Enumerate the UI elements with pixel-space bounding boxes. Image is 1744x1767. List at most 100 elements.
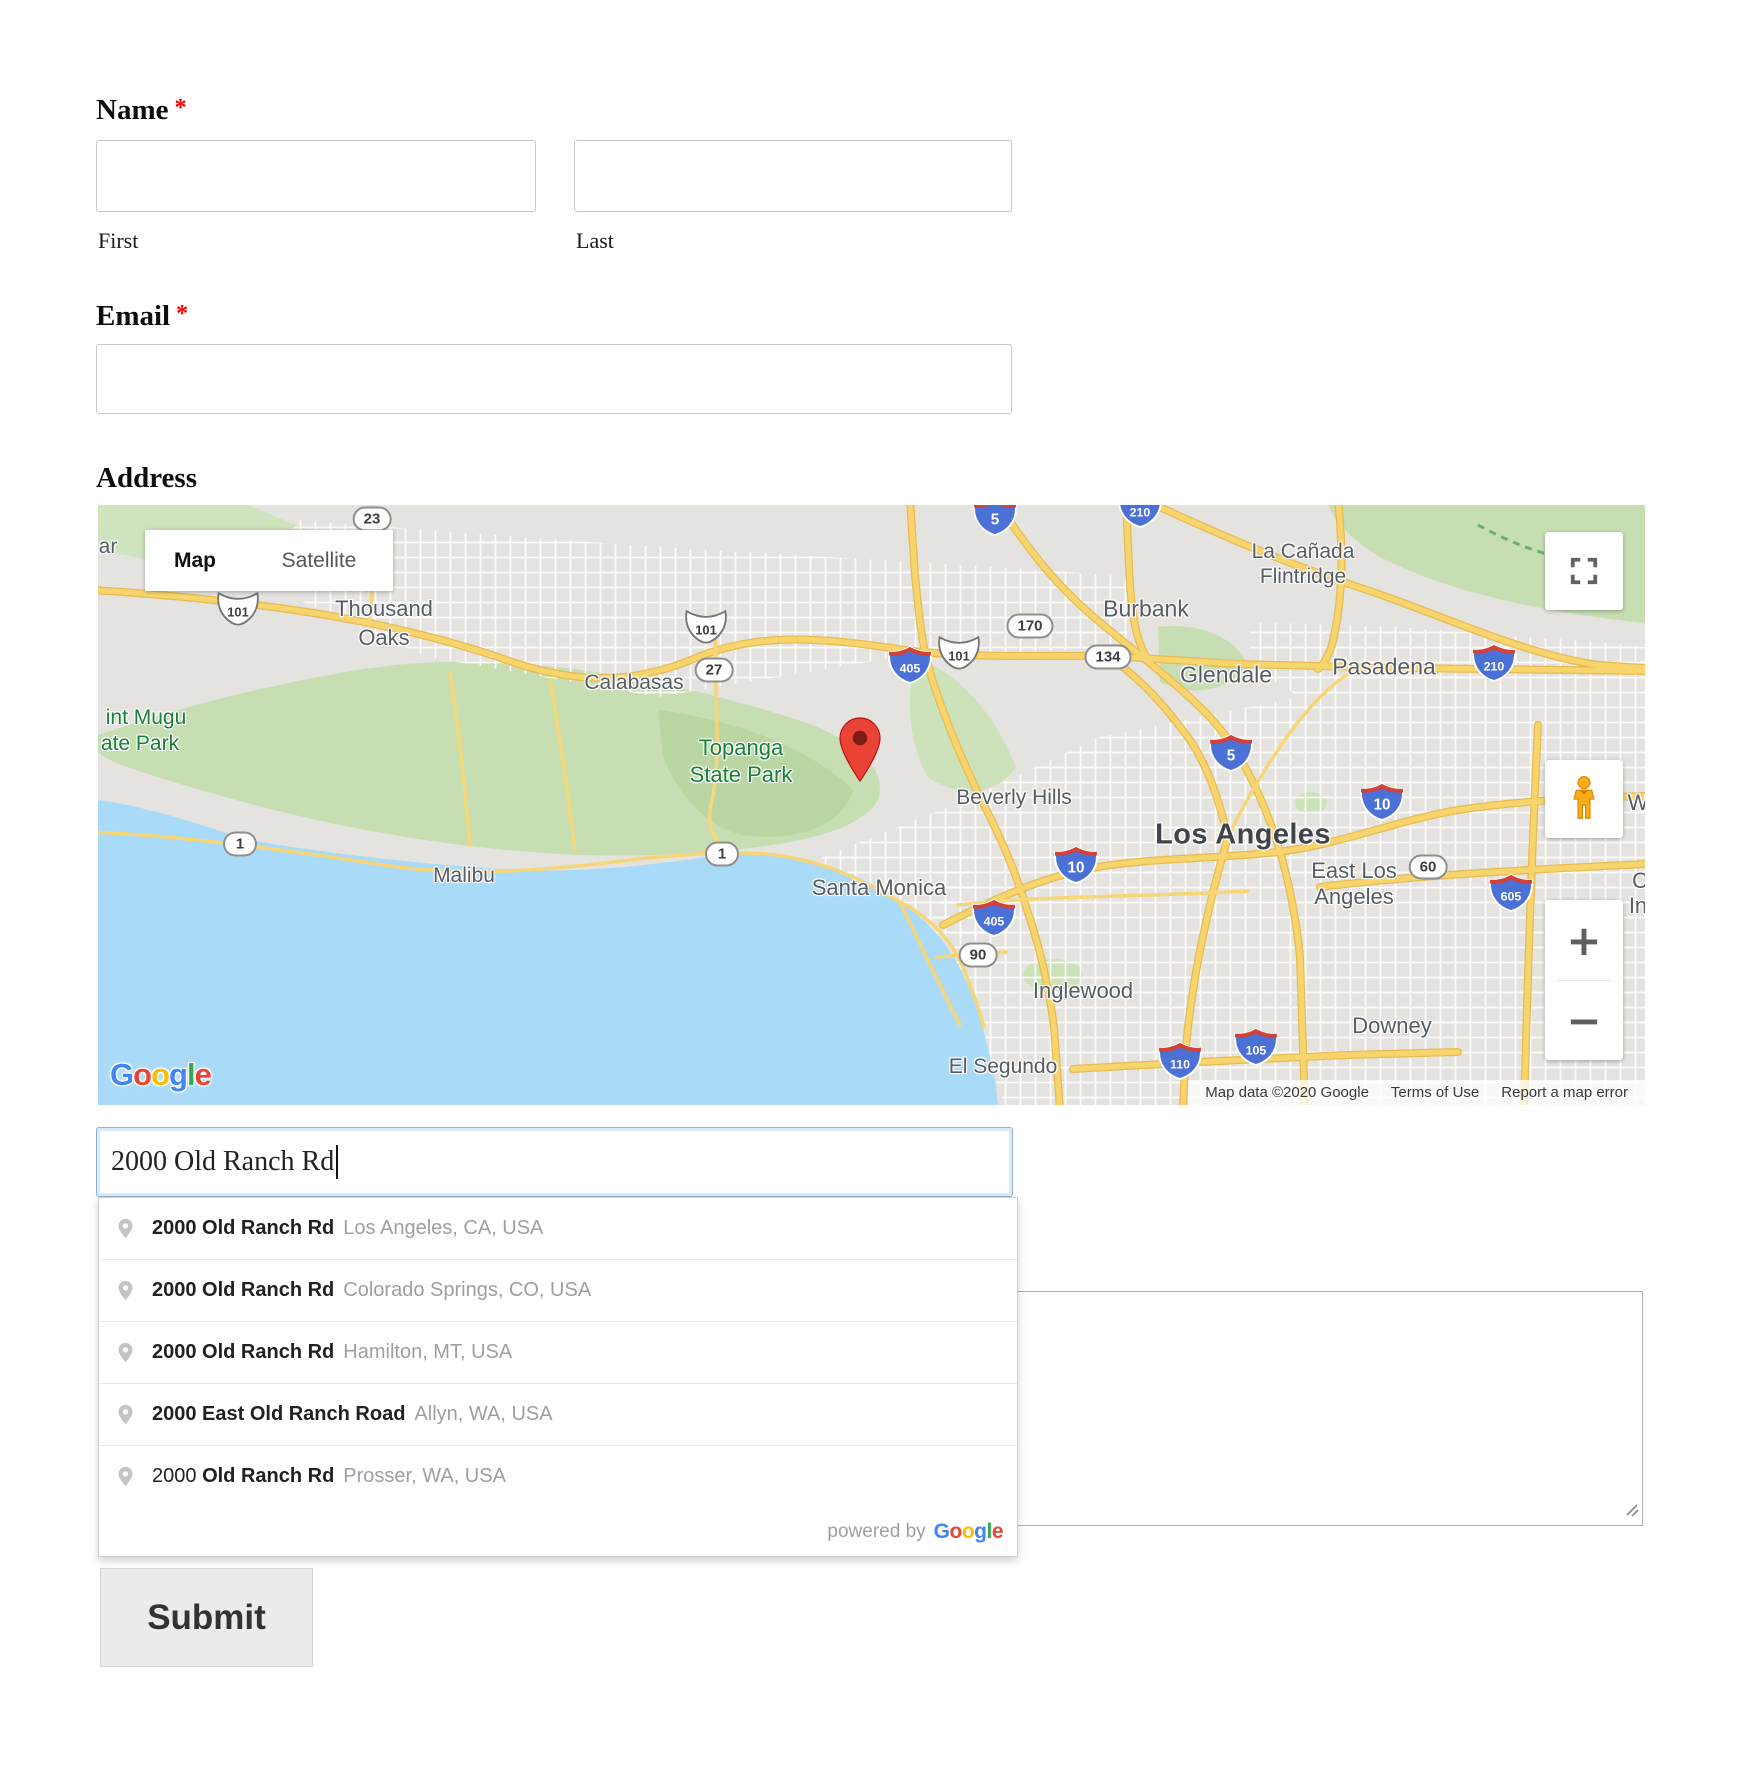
us-shield-101: 101 xyxy=(215,590,261,628)
svg-text:405: 405 xyxy=(900,662,921,676)
pill-shield-134: 134 xyxy=(1084,645,1131,670)
map-data-text: Map data ©2020 Google xyxy=(1194,1084,1380,1101)
svg-text:210: 210 xyxy=(1130,506,1151,520)
us-shield-101: 101 xyxy=(683,608,729,646)
pegman-button[interactable] xyxy=(1545,760,1623,838)
map-label: int Mugu xyxy=(106,706,187,730)
svg-text:5: 5 xyxy=(1227,748,1236,765)
map-label: Thousand xyxy=(335,596,433,622)
interstate-shield-405: 405 xyxy=(887,645,933,685)
google-wordmark: Google xyxy=(934,1520,1003,1544)
first-sublabel: First xyxy=(98,228,138,254)
autocomplete-list: 2000 Old Ranch RdLos Angeles, CA, USA200… xyxy=(99,1198,1017,1507)
map-label: Flintridge xyxy=(1260,565,1346,589)
last-name-input[interactable] xyxy=(574,140,1012,212)
map-label: Malibu xyxy=(433,864,495,888)
zoom-out-button[interactable]: − xyxy=(1545,981,1623,1060)
last-sublabel: Last xyxy=(576,228,614,254)
first-name-input[interactable] xyxy=(96,140,536,212)
autocomplete-item[interactable]: 2000 Old Ranch RdProsser, WA, USA xyxy=(99,1445,1017,1507)
pill-shield-1: 1 xyxy=(705,842,739,867)
svg-text:101: 101 xyxy=(227,604,248,619)
interstate-shield-605: 605 xyxy=(1488,873,1534,913)
map-label: Inglewood xyxy=(1033,978,1133,1004)
pill-shield-90: 90 xyxy=(959,943,998,968)
resize-handle-icon[interactable] xyxy=(1624,1502,1640,1523)
interstate-shield-10: 10 xyxy=(1359,782,1405,822)
zoom-control: + − xyxy=(1545,900,1623,1060)
svg-text:5: 5 xyxy=(991,512,1000,529)
svg-text:10: 10 xyxy=(1068,860,1085,877)
email-input[interactable] xyxy=(96,344,1012,414)
map-label: Calabasas xyxy=(584,671,683,695)
map-label: Los Angeles xyxy=(1155,819,1331,852)
interstate-shield-10: 10 xyxy=(1053,845,1099,885)
map-view-button[interactable]: Map xyxy=(145,530,245,591)
map-label: C xyxy=(1632,868,1645,894)
interstate-shield-5: 5 xyxy=(972,505,1018,537)
pill-shield-23: 23 xyxy=(353,507,392,532)
map-label: East Los xyxy=(1311,858,1397,884)
location-pin-icon xyxy=(115,1462,136,1491)
autocomplete-item[interactable]: 2000 Old Ranch RdColorado Springs, CO, U… xyxy=(99,1259,1017,1321)
svg-text:110: 110 xyxy=(1170,1058,1190,1072)
interstate-shield-405: 405 xyxy=(971,898,1017,938)
map-label: Glendale xyxy=(1180,662,1272,689)
autocomplete-item[interactable]: 2000 Old Ranch RdLos Angeles, CA, USA xyxy=(99,1198,1017,1259)
text-caret xyxy=(336,1145,338,1179)
map-label: Burbank xyxy=(1103,596,1189,623)
required-asterisk: * xyxy=(176,301,188,327)
google-logo[interactable]: Google xyxy=(110,1057,211,1093)
map-label: Pasadena xyxy=(1332,654,1436,681)
map-label: In xyxy=(1629,893,1645,919)
satellite-view-button[interactable]: Satellite xyxy=(245,530,393,591)
google-map[interactable]: ar Thousand Oaks Calabasas int Muguate Park T… xyxy=(98,505,1645,1105)
location-pin-icon xyxy=(115,1400,136,1429)
zoom-in-button[interactable]: + xyxy=(1545,901,1623,980)
map-label: ate Park xyxy=(101,732,179,756)
address-input[interactable]: 2000 Old Ranch Rd xyxy=(96,1127,1013,1197)
interstate-shield-210: 210 xyxy=(1471,643,1517,683)
map-label: Oaks xyxy=(358,625,409,651)
pill-shield-60: 60 xyxy=(1409,855,1448,880)
submit-button[interactable]: Submit xyxy=(100,1568,313,1667)
map-type-control: Map Satellite xyxy=(145,530,393,591)
map-label: La Cañada xyxy=(1252,540,1355,564)
location-pin-icon xyxy=(115,1214,136,1243)
location-pin-icon xyxy=(115,1338,136,1367)
terms-of-use-link[interactable]: Terms of Use xyxy=(1380,1084,1490,1101)
address-label: Address xyxy=(96,462,197,495)
email-label: Email* xyxy=(96,300,188,333)
svg-text:105: 105 xyxy=(1246,1044,1267,1058)
pill-shield-1: 1 xyxy=(223,832,257,857)
svg-text:210: 210 xyxy=(1484,660,1505,674)
map-label: ar xyxy=(99,535,118,559)
address-input-value: 2000 Old Ranch Rd xyxy=(111,1146,334,1178)
map-label: W xyxy=(1628,790,1645,816)
interstate-shield-105: 105 xyxy=(1233,1027,1279,1067)
report-map-error-link[interactable]: Report a map error xyxy=(1490,1084,1639,1101)
pill-shield-27: 27 xyxy=(695,658,734,683)
svg-text:101: 101 xyxy=(695,622,716,637)
map-label: State Park xyxy=(690,762,793,788)
autocomplete-item[interactable]: 2000 East Old Ranch RoadAllyn, WA, USA xyxy=(99,1383,1017,1445)
map-label: El Segundo xyxy=(949,1055,1058,1079)
map-label: Topanga xyxy=(699,735,783,761)
interstate-shield-5: 5 xyxy=(1208,733,1254,773)
fullscreen-button[interactable] xyxy=(1545,532,1623,610)
map-label: Santa Monica xyxy=(812,875,947,901)
pill-shield-170: 170 xyxy=(1006,614,1053,639)
location-pin-icon xyxy=(115,1276,136,1305)
map-pin-icon xyxy=(836,710,884,795)
pegman-icon xyxy=(1563,773,1605,825)
svg-text:605: 605 xyxy=(1501,890,1522,904)
interstate-shield-210: 210 xyxy=(1117,505,1163,529)
svg-text:405: 405 xyxy=(984,915,1005,929)
powered-by-google: powered by Google xyxy=(99,1507,1017,1556)
page: { "form": { "name_label": "Name", "email… xyxy=(0,0,1744,1767)
map-label: Downey xyxy=(1352,1013,1431,1039)
autocomplete-item[interactable]: 2000 Old Ranch RdHamilton, MT, USA xyxy=(99,1321,1017,1383)
autocomplete-dropdown: 2000 Old Ranch RdLos Angeles, CA, USA200… xyxy=(98,1197,1018,1557)
name-label: Name* xyxy=(96,94,186,127)
map-attribution: Map data ©2020 Google Terms of Use Repor… xyxy=(1188,1080,1645,1105)
